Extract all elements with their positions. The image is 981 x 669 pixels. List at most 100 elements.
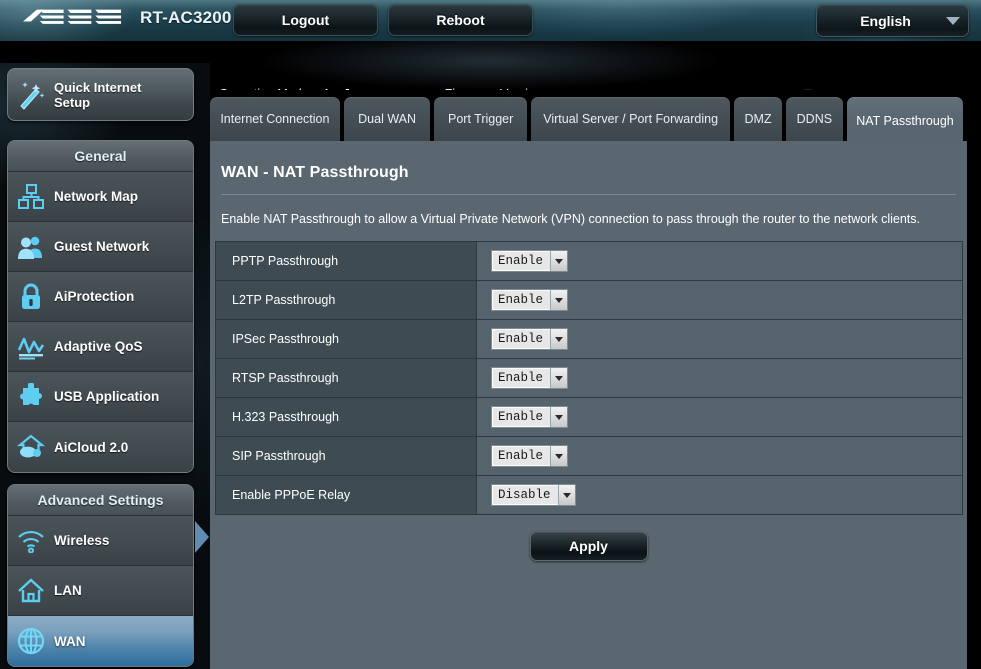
nat-passthrough-table: PPTP Passthrough Enable L2TP Passthrough… [215,241,963,515]
sidebar-item-label: AiCloud 2.0 [54,439,129,455]
language-label: English [860,12,911,29]
sidebar-item-label: Guest Network [54,239,150,254]
sidebar-item-label: Wireless [54,533,110,548]
tab-nat-passthrough[interactable]: NAT Passthrough [846,97,963,145]
row-label: SIP Passthrough [216,437,477,475]
notification-icon[interactable] [797,89,819,90]
chevron-down-icon [550,251,568,271]
sidebar-item-aicloud[interactable]: AiCloud 2.0 [8,422,193,472]
logout-button[interactable]: Logout [233,4,378,36]
row-label: IPSec Passthrough [216,320,477,358]
sidebar-group-general: General Network Map Guest Network AiProt… [7,140,194,473]
select-value: Enable [498,449,544,463]
sidebar-item-guest-network[interactable]: Guest Network [8,222,193,272]
house-icon [8,577,54,604]
sidebar-item-aiprotection[interactable]: AiProtection [8,272,193,322]
operation-mode-value[interactable]: Wireless router [316,88,424,90]
tab-virtual-server-port-forwarding[interactable]: Virtual Server / Port Forwarding [530,97,731,141]
sidebar-navigation: Quick InternetSetup General Network Map [0,63,210,669]
tab-ddns[interactable]: DDNS [785,97,843,141]
row-value: Enable [477,359,962,397]
select-value: Enable [498,332,544,346]
select-value: Enable [498,254,544,268]
page-title: WAN - NAT Passthrough [221,164,409,181]
row-label: H.323 Passthrough [216,398,477,436]
pptp-passthrough-select[interactable]: Enable [491,250,569,272]
sidebar-item-label: AiProtection [54,289,135,304]
lock-shield-icon [8,283,54,311]
row-value: Enable [477,320,962,358]
clients-icon[interactable] [832,89,854,90]
top-header-bar: RT-AC3200 Logout Reboot English [0,0,981,41]
l2tp-passthrough-select[interactable]: Enable [491,289,569,311]
quick-internet-setup-label: Quick Internet Setup [54,79,142,110]
quick-internet-setup-button[interactable]: Quick Internet Setup [7,68,194,121]
row-label: RTSP Passthrough [216,359,477,397]
language-selector[interactable]: English [816,4,969,37]
sidebar-item-label: Adaptive QoS [54,339,143,354]
printer-icon[interactable] [937,89,959,90]
sidebar-item-adaptive-qos[interactable]: Adaptive QoS [8,322,193,372]
wifi-icon [8,529,54,553]
firmware-value[interactable]: 3.0.0.4.378_2816 [549,88,664,90]
sidebar-item-wan[interactable]: WAN [8,616,193,666]
tab-dual-wan[interactable]: Dual WAN [343,97,431,141]
content-panel: WAN - NAT Passthrough Enable NAT Passthr… [210,141,967,669]
sidebar-group-advanced-settings: Advanced Settings Wireless LAN WAN [7,484,194,667]
chevron-down-icon [550,368,568,388]
row-value: Enable [477,437,962,475]
table-row: L2TP Passthrough Enable [216,281,962,320]
asus-logo [22,6,126,28]
table-row: IPSec Passthrough Enable [216,320,962,359]
chevron-down-icon [550,290,568,310]
sip-passthrough-select[interactable]: Enable [491,445,569,467]
h323-passthrough-select[interactable]: Enable [491,406,569,428]
sidebar-item-label: LAN [54,583,82,598]
table-row: RTSP Passthrough Enable [216,359,962,398]
row-label: Enable PPPoE Relay [216,476,477,514]
active-item-pointer [195,521,209,553]
select-value: Enable [498,371,544,385]
select-value: Disable [498,488,551,502]
status-icon-tray [797,89,959,90]
table-row: H.323 Passthrough Enable [216,398,962,437]
ipsec-passthrough-select[interactable]: Enable [491,328,569,350]
sidebar-item-wireless[interactable]: Wireless [8,516,193,566]
reboot-button[interactable]: Reboot [388,4,533,36]
chevron-down-icon [938,16,968,25]
row-label: PPTP Passthrough [216,242,477,280]
row-label: L2TP Passthrough [216,281,477,319]
sidebar-item-label: WAN [54,633,86,649]
chevron-down-icon [550,407,568,427]
select-value: Enable [498,410,544,424]
row-value: Disable [477,476,962,514]
qos-chart-icon [8,334,54,360]
title-divider [221,194,956,195]
tab-internet-connection[interactable]: Internet Connection [210,97,340,141]
chevron-down-icon [550,329,568,349]
tab-dmz[interactable]: DMZ [734,97,782,141]
sidebar-item-lan[interactable]: LAN [8,566,193,616]
guest-users-icon [8,234,54,260]
usb-icon[interactable] [902,89,924,90]
tab-port-trigger[interactable]: Port Trigger [434,97,527,141]
apply-button[interactable]: Apply [529,531,648,561]
router-model-name: RT-AC3200 [140,8,232,27]
pppoe-relay-select[interactable]: Disable [491,484,576,506]
sidebar-item-network-map[interactable]: Network Map [8,172,193,222]
network-map-icon [8,183,54,210]
firmware-label: Firmware Version: [445,87,546,90]
table-row: SIP Passthrough Enable [216,437,962,476]
sidebar-group-advanced-title: Advanced Settings [8,485,193,516]
sidebar-item-usb-application[interactable]: USB Application [8,372,193,422]
row-value: Enable [477,281,962,319]
table-row: Enable PPPoE Relay Disable [216,476,962,515]
magic-wand-icon [8,80,54,110]
rtsp-passthrough-select[interactable]: Enable [491,367,569,389]
apply-button-row: Apply [210,531,967,561]
wan-tab-bar: Internet Connection Dual WAN Port Trigge… [210,97,967,145]
chevron-down-icon [550,446,568,466]
row-value: Enable [477,398,962,436]
network-devices-icon[interactable] [867,89,889,90]
chevron-down-icon [557,485,575,505]
